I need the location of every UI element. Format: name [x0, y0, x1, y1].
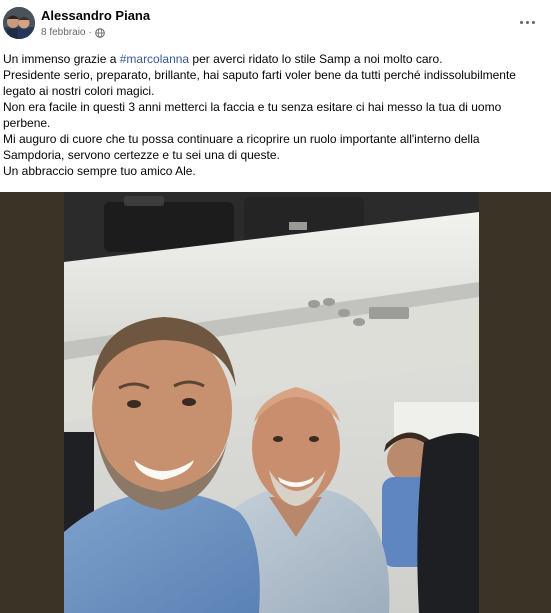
post-text-line: legato ai nostri colori magici.: [3, 84, 155, 98]
post-text: Un immenso grazie a #marcolanna per aver…: [3, 51, 548, 179]
globe-icon: [95, 27, 105, 38]
post-photo[interactable]: [64, 192, 479, 613]
selfie-photo-illustration: [64, 192, 479, 613]
post-text-line: Presidente serio, preparato, brillante, …: [3, 68, 516, 82]
author-name[interactable]: Alessandro Piana: [41, 8, 150, 23]
post-text-line: perbene.: [3, 116, 51, 130]
more-options-icon[interactable]: [517, 12, 537, 32]
post-text-line: Un immenso grazie a #marcolanna per aver…: [3, 52, 443, 66]
meta-separator: ·: [88, 27, 92, 38]
post-text-line: Sampdoria, servono certezze e tu sei una…: [3, 148, 280, 162]
post-text-line: Non era facile in questi 3 anni metterci…: [3, 100, 502, 114]
avatar-image: [3, 7, 35, 39]
post-date[interactable]: 8 febbraio: [41, 27, 85, 38]
post-text-line: Mi auguro di cuore che tu possa continua…: [3, 132, 480, 146]
post-text-line: Un abbraccio sempre tuo amico Ale.: [3, 164, 196, 178]
author-avatar[interactable]: [3, 7, 35, 39]
post-photo-container[interactable]: [0, 192, 551, 613]
post-header: Alessandro Piana 8 febbraio ·: [0, 0, 551, 44]
hashtag-link[interactable]: #marcolanna: [120, 52, 189, 66]
facebook-post: Alessandro Piana 8 febbraio · Un immenso…: [0, 0, 551, 613]
post-meta: 8 febbraio ·: [41, 27, 105, 38]
